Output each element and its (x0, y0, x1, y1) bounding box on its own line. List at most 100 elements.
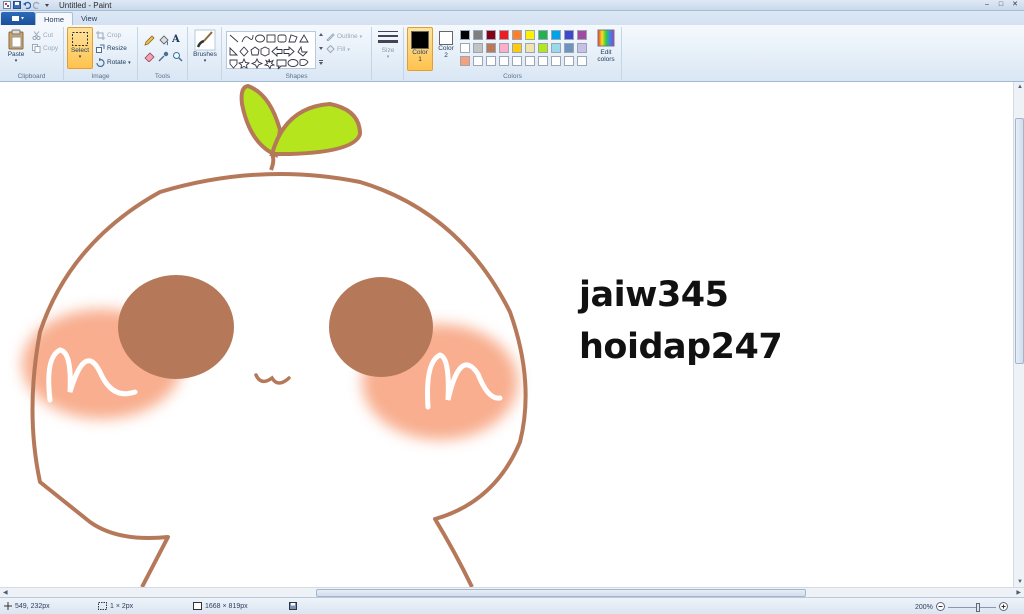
rotate-button[interactable]: Rotate ▾ (96, 58, 131, 67)
palette-swatch[interactable] (499, 43, 509, 53)
scroll-right-icon[interactable]: ▶ (1016, 589, 1021, 596)
palette-swatch[interactable] (460, 30, 470, 40)
palette-swatch[interactable] (577, 56, 587, 66)
color1-selector[interactable]: Color 1 (407, 27, 433, 71)
palette-swatch[interactable] (538, 43, 548, 53)
pencil-icon[interactable] (144, 35, 155, 46)
customize-toolbar-icon[interactable] (43, 1, 51, 9)
color-picker-icon[interactable] (158, 51, 169, 62)
scroll-up-icon[interactable]: ▲ (1017, 84, 1023, 90)
select-label: Select (70, 47, 90, 54)
palette-swatch[interactable] (460, 43, 470, 53)
text-tool-icon[interactable]: A (172, 34, 180, 45)
resize-button[interactable]: Resize (96, 44, 127, 53)
palette-swatch[interactable] (525, 56, 535, 66)
edit-colors-button[interactable]: Edit colors (594, 29, 618, 63)
colors-group-label: Colors (503, 73, 522, 80)
palette-swatch[interactable] (512, 56, 522, 66)
paint-app-icon[interactable] (3, 1, 11, 9)
zoom-slider-thumb[interactable] (975, 603, 980, 612)
size-group: Size ▾ (372, 27, 404, 80)
size-label: Size (381, 47, 395, 54)
outline-button[interactable]: Outline ▾ (326, 32, 362, 41)
palette-swatch[interactable] (460, 56, 470, 66)
palette-swatch[interactable] (577, 43, 587, 53)
palette-swatch[interactable] (473, 56, 483, 66)
vertical-scroll-thumb[interactable] (1015, 118, 1024, 364)
zoom-in-icon[interactable] (998, 602, 1008, 613)
palette-swatch[interactable] (473, 30, 483, 40)
palette-swatch[interactable] (551, 30, 561, 40)
magnifier-icon[interactable] (172, 51, 183, 62)
paste-button[interactable]: Paste ▾ (4, 29, 28, 64)
zoom-slider[interactable] (947, 603, 996, 612)
palette-swatch[interactable] (551, 56, 561, 66)
shapes-gallery[interactable] (226, 31, 316, 70)
zoom-controls: 200% (915, 602, 1008, 613)
save-icon[interactable] (13, 1, 21, 9)
palette-swatch[interactable] (564, 56, 574, 66)
paint-menu-button[interactable] (1, 12, 35, 25)
palette-swatch[interactable] (551, 43, 561, 53)
eraser-icon[interactable] (144, 51, 155, 62)
outline-label: Outline (337, 33, 358, 40)
shapes-scroll[interactable] (318, 31, 324, 69)
tools-group-label: Tools (154, 73, 171, 80)
fill-icon (326, 45, 335, 54)
maximize-button[interactable]: □ (996, 0, 1006, 9)
minimize-button[interactable]: – (982, 0, 992, 9)
close-button[interactable]: ✕ (1010, 0, 1020, 9)
color1-label: Color (412, 49, 428, 56)
mouth (254, 373, 291, 385)
ribbon: Paste ▾ Cut Copy Clipboard Select ▾ Crop… (0, 25, 1024, 82)
edit-colors-label-2: colors (597, 56, 615, 63)
horizontal-scroll-thumb[interactable] (316, 589, 806, 597)
fill-label: Fill (337, 46, 346, 53)
palette-swatch[interactable] (564, 30, 574, 40)
cut-button[interactable]: Cut (32, 31, 53, 40)
palette-swatch[interactable] (486, 43, 496, 53)
palette-swatch[interactable] (512, 30, 522, 40)
tab-view[interactable]: View (73, 12, 105, 25)
color2-number: 2 (444, 52, 448, 59)
palette-swatch[interactable] (486, 56, 496, 66)
line-size-icon (377, 29, 399, 47)
drawing-artwork (22, 83, 528, 587)
fill-bucket-icon[interactable] (158, 35, 169, 46)
select-button[interactable]: Select ▾ (67, 27, 93, 69)
redo-icon[interactable] (33, 1, 41, 9)
scissors-icon (32, 31, 41, 40)
selection-size-icon (98, 602, 107, 610)
crop-button[interactable]: Crop (96, 31, 121, 40)
image-group-label: Image (91, 73, 110, 80)
stem (269, 153, 276, 171)
scroll-left-icon[interactable]: ◀ (3, 589, 8, 596)
palette-swatch[interactable] (525, 43, 535, 53)
cursor-position: 549, 232px (4, 602, 50, 610)
menu-icon (12, 16, 24, 21)
disk-icon (289, 602, 297, 610)
fill-button[interactable]: Fill ▾ (326, 45, 350, 54)
palette-swatch[interactable] (577, 30, 587, 40)
copy-button[interactable]: Copy (32, 44, 58, 53)
palette-swatch[interactable] (538, 30, 548, 40)
color2-selector[interactable]: Color 2 (436, 31, 456, 59)
scroll-down-icon[interactable]: ▼ (1017, 579, 1023, 585)
undo-icon[interactable] (23, 1, 31, 9)
horizontal-scrollbar[interactable]: ◀ ▶ (0, 587, 1024, 597)
palette-swatch[interactable] (486, 30, 496, 40)
drawing-canvas[interactable]: jaiw345 hoidap247 (0, 82, 1013, 587)
brushes-button[interactable]: Brushes ▾ (191, 29, 219, 64)
palette-swatch[interactable] (499, 30, 509, 40)
zoom-out-icon[interactable] (935, 602, 945, 613)
tab-home[interactable]: Home (35, 12, 74, 25)
palette-swatch[interactable] (525, 30, 535, 40)
palette-swatch[interactable] (473, 43, 483, 53)
palette-swatch[interactable] (538, 56, 548, 66)
vertical-scrollbar[interactable]: ▲ ▼ (1013, 82, 1024, 587)
size-button[interactable]: Size ▾ (375, 29, 401, 60)
palette-swatch[interactable] (499, 56, 509, 66)
brushes-dropdown-icon: ▾ (203, 58, 207, 64)
palette-swatch[interactable] (564, 43, 574, 53)
palette-swatch[interactable] (512, 43, 522, 53)
